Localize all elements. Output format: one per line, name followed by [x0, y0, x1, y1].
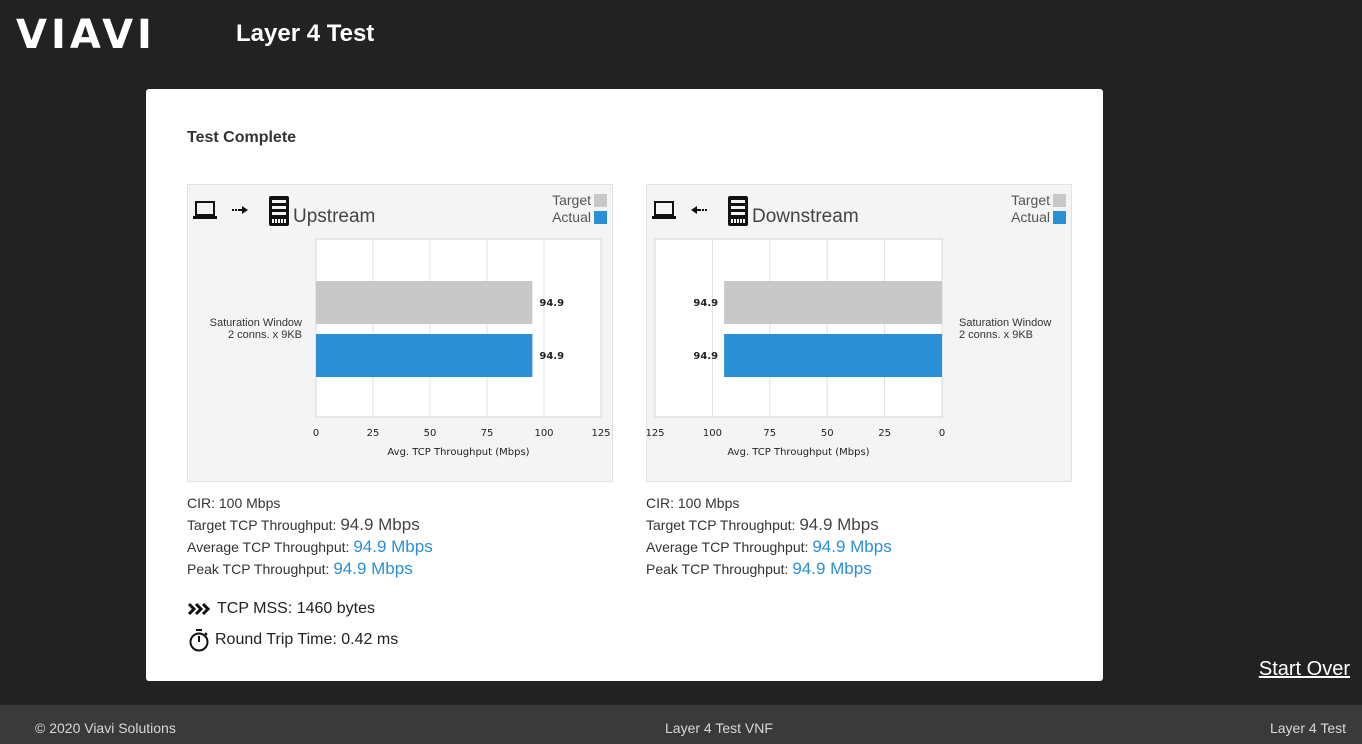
bar-target	[316, 281, 533, 324]
downstream-peak-value: 94.9 Mbps	[792, 559, 872, 578]
upstream-target-value: 94.9 Mbps	[340, 515, 420, 534]
downstream-cir: CIR: 100 Mbps	[646, 495, 740, 511]
category-label: Saturation Window	[210, 317, 302, 329]
data-label: 94.9	[539, 351, 564, 362]
app-title: Layer 4 Test	[236, 20, 375, 47]
upstream-cir: CIR: 100 Mbps	[187, 495, 281, 511]
plot-area	[315, 238, 602, 418]
x-tick-label: 100	[534, 428, 553, 439]
category-label: 2 conns. x 9KB	[959, 329, 1033, 341]
x-axis-label: Avg. TCP Throughput (Mbps)	[727, 447, 869, 458]
x-tick-label: 100	[703, 428, 722, 439]
downstream-peak-label: Peak TCP Throughput:	[646, 561, 789, 577]
rtt-row: Round Trip Time: 0.42 ms	[187, 628, 398, 652]
downstream-chart: 125 100 75 50 25 0 Avg. TCP Throughput (Mbps) 9…	[647, 238, 1051, 458]
viavi-logo: VIAVI	[16, 12, 156, 58]
upstream-avg-label: Average TCP Throughput:	[187, 539, 350, 555]
data-label: 94.9	[693, 298, 718, 309]
x-tick-label: 25	[367, 428, 380, 439]
stopwatch-icon	[189, 629, 209, 652]
downstream-avg-value: 94.9 Mbps	[812, 537, 892, 556]
tcp-mss-row: TCP MSS: 1460 bytes	[187, 600, 375, 618]
downstream-panel: Downstream Target Actual 125 100 75 50 25 0 Av…	[646, 184, 1072, 482]
data-label: 94.9	[693, 351, 718, 362]
tcp-mss: TCP MSS: 1460 bytes	[217, 600, 375, 617]
upstream-stats: CIR: 100 Mbps Target TCP Throughput: 94.…	[187, 492, 433, 580]
x-tick-label: 75	[763, 428, 776, 439]
x-tick-label: 125	[647, 428, 665, 439]
results-card: Test Complete Upstream Target Actual 0 2…	[146, 89, 1103, 681]
bar-actual	[724, 334, 942, 377]
footer: © 2020 Viavi Solutions Layer 4 Test VNF …	[0, 705, 1362, 744]
downstream-target-value: 94.9 Mbps	[799, 515, 879, 534]
upstream-panel: Upstream Target Actual 0 25 50 75 100 125 Avg.…	[187, 184, 613, 482]
test-status: Test Complete	[187, 129, 297, 146]
downstream-avg-label: Average TCP Throughput:	[646, 539, 809, 555]
x-tick-label: 50	[821, 428, 834, 439]
category-label: 2 conns. x 9KB	[228, 329, 302, 341]
bar-target	[724, 281, 942, 324]
upstream-chart: 0 25 50 75 100 125 Avg. TCP Throughput (Mbps) 9…	[210, 238, 611, 458]
x-tick-label: 25	[878, 428, 891, 439]
upstream-peak-value: 94.9 Mbps	[333, 559, 413, 578]
start-over-link[interactable]: Start Over	[1259, 658, 1350, 681]
x-tick-label: 125	[591, 428, 610, 439]
upstream-target-label: Target TCP Throughput:	[187, 517, 337, 533]
downstream-stats: CIR: 100 Mbps Target TCP Throughput: 94.…	[646, 492, 892, 580]
x-tick-label: 50	[424, 428, 437, 439]
category-label: Saturation Window	[959, 317, 1051, 329]
footer-right: Layer 4 Test	[1269, 720, 1346, 736]
footer-product: Layer 4 Test VNF	[665, 720, 773, 736]
round-trip-time: Round Trip Time: 0.42 ms	[215, 631, 399, 648]
chevrons-icon	[187, 602, 211, 616]
x-tick-label: 0	[313, 428, 319, 439]
footer-copyright: © 2020 Viavi Solutions	[35, 720, 176, 736]
bar-actual	[316, 334, 533, 377]
data-label: 94.9	[539, 298, 564, 309]
x-axis-label: Avg. TCP Throughput (Mbps)	[387, 447, 529, 458]
downstream-target-label: Target TCP Throughput:	[646, 517, 796, 533]
upstream-avg-value: 94.9 Mbps	[353, 537, 433, 556]
app-header: VIAVI Layer 4 Test	[0, 0, 1362, 80]
upstream-peak-label: Peak TCP Throughput:	[187, 561, 330, 577]
x-tick-label: 75	[481, 428, 494, 439]
x-tick-label: 0	[939, 428, 945, 439]
plot-area	[654, 238, 943, 418]
